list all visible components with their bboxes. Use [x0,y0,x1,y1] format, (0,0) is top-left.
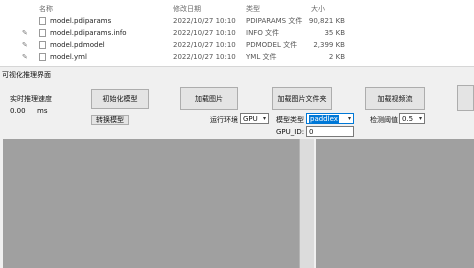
column-header-type[interactable]: 类型 [246,4,260,14]
file-size: 2,399 KB [313,41,345,49]
input-image-panel [3,139,299,268]
file-name: model.pdiparams.info [50,29,127,37]
column-header-date[interactable]: 修改日期 [173,4,201,14]
convert-model-button[interactable]: 转换模型 [91,115,129,125]
column-header-size[interactable]: 大小 [311,4,325,14]
file-type: YML 文件 [246,53,277,61]
file-type: PDIPARAMS 文件 [246,17,303,25]
file-date: 2022/10/27 10:10 [173,41,236,49]
init-model-button[interactable]: 初始化模型 [91,89,149,109]
speed-label: 实时推理速度 [10,95,52,103]
file-row[interactable]: ✎ model.pdmodel 2022/10/27 10:10 PDMODEL… [0,40,474,50]
panel-splitter[interactable] [299,139,314,268]
threshold-label: 检测阈值 [370,116,398,124]
file-icon [39,17,46,25]
chevron-down-icon: ▾ [262,115,266,122]
file-row[interactable]: ✎ model.yml 2022/10/27 10:10 YML 文件 2 KB [0,52,474,62]
file-size: 90,821 KB [308,17,345,25]
run-env-label: 运行环境 [210,116,238,124]
run-env-value: GPU [243,114,258,123]
pin-icon: ✎ [22,41,28,49]
file-size: 35 KB [324,29,345,37]
speed-unit: ms [37,107,48,115]
model-type-value: paddlex [309,114,339,123]
window-title: 可视化推理界面 [2,71,51,79]
file-date: 2022/10/27 10:10 [173,17,236,25]
file-row[interactable]: ✎ model.pdiparams.info 2022/10/27 10:10 … [0,28,474,38]
file-size: 2 KB [328,53,345,61]
file-name: model.yml [50,53,87,61]
gpu-id-label: GPU_ID: [276,128,305,136]
file-name: model.pdmodel [50,41,105,49]
load-folder-button[interactable]: 加载图片文件夹 [272,87,332,110]
speed-value: 0.00 [10,107,26,115]
file-icon [39,29,46,37]
threshold-value: 0.5 [402,114,414,123]
column-header-name[interactable]: 名称 [39,4,53,14]
file-type: INFO 文件 [246,29,280,37]
extra-button[interactable] [457,85,474,111]
threshold-spinbox[interactable]: 0.5 ▾ [399,113,425,124]
load-image-button[interactable]: 加载图片 [180,87,238,110]
result-image-panel [316,139,474,268]
model-type-select[interactable]: paddlex ▾ [306,113,354,124]
pin-icon: ✎ [22,29,28,37]
file-icon [39,53,46,61]
file-explorer: 名称 修改日期 类型 大小 model.pdiparams 2022/10/27… [0,0,474,66]
file-date: 2022/10/27 10:10 [173,29,236,37]
file-name: model.pdiparams [50,17,112,25]
pin-icon: ✎ [22,53,28,61]
load-video-button[interactable]: 加载视频流 [365,87,425,110]
gpu-id-value: 0 [309,127,314,136]
chevron-down-icon: ▾ [418,115,422,122]
gpu-id-input[interactable]: 0 [306,126,354,137]
chevron-down-icon: ▾ [347,115,351,122]
file-date: 2022/10/27 10:10 [173,53,236,61]
model-type-label: 模型类型 [276,116,304,124]
inference-window: 可视化推理界面 实时推理速度 0.00 ms 初始化模型 加载图片 加载图片文件… [0,66,474,268]
file-row[interactable]: model.pdiparams 2022/10/27 10:10 PDIPARA… [0,16,474,26]
file-type: PDMODEL 文件 [246,41,298,49]
run-env-select[interactable]: GPU ▾ [240,113,269,124]
file-icon [39,41,46,49]
